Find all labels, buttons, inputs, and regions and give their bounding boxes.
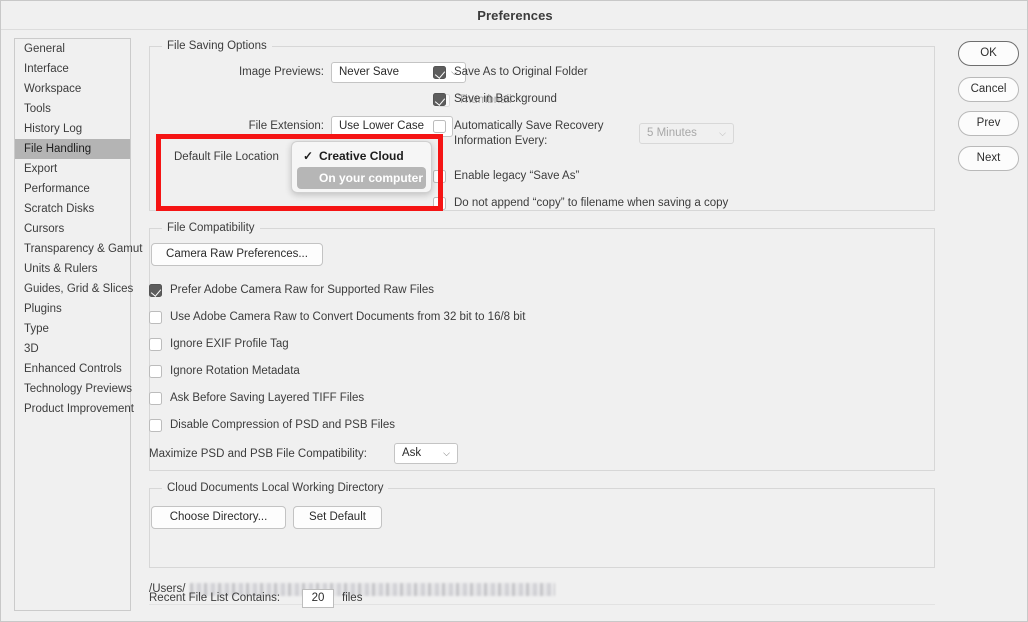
do-not-append-copy-checkbox[interactable] — [433, 197, 446, 210]
sidebar-item-units-rulers[interactable]: Units & Rulers — [15, 259, 130, 279]
auto-save-interval-value: 5 Minutes — [647, 127, 697, 139]
chevron-down-icon: ⌵ — [443, 444, 450, 463]
recent-file-list-input[interactable]: 20 — [302, 589, 334, 608]
maximize-compatibility-value: Ask — [402, 447, 421, 459]
dialog-titlebar: Preferences — [1, 1, 1028, 30]
group-legend-cloud-documents: Cloud Documents Local Working Directory — [162, 482, 388, 494]
do-not-append-copy-label: Do not append “copy” to filename when sa… — [454, 196, 728, 211]
menu-item-creative-cloud-label: Creative Cloud — [319, 149, 404, 163]
group-legend-file-compatibility: File Compatibility — [162, 222, 260, 234]
default-file-location-menu[interactable]: ✓ Creative Cloud On your computer — [291, 141, 432, 193]
prefer-camera-raw-checkbox[interactable] — [149, 284, 162, 297]
sidebar-item-tools[interactable]: Tools — [15, 99, 130, 119]
ask-layered-tiff-label: Ask Before Saving Layered TIFF Files — [170, 391, 364, 406]
image-previews-value: Never Save — [339, 66, 399, 78]
ignore-exif-checkbox[interactable] — [149, 338, 162, 351]
preferences-main-pane: File Saving Options Image Previews: Neve… — [141, 38, 946, 611]
sidebar-item-scratch-disks[interactable]: Scratch Disks — [15, 199, 130, 219]
preferences-category-list[interactable]: General Interface Workspace Tools Histor… — [14, 38, 131, 611]
auto-save-recovery-label-line2: Information Every: — [454, 134, 547, 149]
dialog-title: Preferences — [1, 8, 1028, 23]
group-legend-file-saving-options: File Saving Options — [162, 40, 272, 52]
camera-raw-preferences-button[interactable]: Camera Raw Preferences... — [151, 243, 323, 266]
choose-directory-button[interactable]: Choose Directory... — [151, 506, 286, 529]
ask-layered-tiff-checkbox[interactable] — [149, 392, 162, 405]
convert-32bit-checkbox[interactable] — [149, 311, 162, 324]
enable-legacy-save-as-label: Enable legacy “Save As” — [454, 169, 579, 184]
sidebar-item-performance[interactable]: Performance — [15, 179, 130, 199]
sidebar-item-interface[interactable]: Interface — [15, 59, 130, 79]
sidebar-item-general[interactable]: General — [15, 39, 130, 59]
recent-file-list-suffix: files — [342, 592, 362, 604]
menu-item-on-your-computer-label: On your computer — [319, 171, 423, 185]
file-extension-value: Use Lower Case — [339, 120, 424, 132]
image-previews-label: Image Previews: — [189, 66, 324, 78]
file-extension-label: File Extension: — [189, 120, 324, 132]
sidebar-item-workspace[interactable]: Workspace — [15, 79, 130, 99]
ignore-rotation-label: Ignore Rotation Metadata — [170, 364, 300, 379]
chevron-down-icon: ⌵ — [719, 124, 726, 143]
sidebar-item-history-log[interactable]: History Log — [15, 119, 130, 139]
sidebar-item-enhanced-controls[interactable]: Enhanced Controls — [15, 359, 130, 379]
ignore-rotation-checkbox[interactable] — [149, 365, 162, 378]
sidebar-item-cursors[interactable]: Cursors — [15, 219, 130, 239]
prev-button[interactable]: Prev — [958, 111, 1019, 136]
ok-button[interactable]: OK — [958, 41, 1019, 66]
maximize-compatibility-label: Maximize PSD and PSB File Compatibility: — [149, 448, 367, 460]
menu-item-on-your-computer[interactable]: On your computer — [297, 167, 426, 189]
set-default-button[interactable]: Set Default — [293, 506, 382, 529]
save-as-original-folder-checkbox[interactable] — [433, 66, 446, 79]
save-in-background-label: Save in Background — [454, 92, 557, 107]
save-as-original-folder-label: Save As to Original Folder — [454, 65, 588, 80]
disable-compression-label: Disable Compression of PSD and PSB Files — [170, 418, 395, 433]
preferences-dialog: Preferences General Interface Workspace … — [0, 0, 1028, 622]
prefer-camera-raw-label: Prefer Adobe Camera Raw for Supported Ra… — [170, 283, 434, 298]
cancel-button[interactable]: Cancel — [958, 77, 1019, 102]
sidebar-item-product-improvement[interactable]: Product Improvement — [15, 399, 130, 419]
enable-legacy-save-as-checkbox[interactable] — [433, 170, 446, 183]
section-divider — [149, 604, 935, 605]
menu-item-creative-cloud[interactable]: ✓ Creative Cloud — [297, 145, 426, 167]
sidebar-item-transparency-gamut[interactable]: Transparency & Gamut — [15, 239, 130, 259]
check-icon: ✓ — [303, 145, 313, 167]
sidebar-item-file-handling[interactable]: File Handling — [15, 139, 130, 159]
save-in-background-checkbox[interactable] — [433, 93, 446, 106]
recent-file-list-label: Recent File List Contains: — [149, 592, 280, 604]
auto-save-recovery-label-line1: Automatically Save Recovery — [454, 119, 604, 134]
next-button[interactable]: Next — [958, 146, 1019, 171]
sidebar-item-type[interactable]: Type — [15, 319, 130, 339]
sidebar-item-guides-grid-slices[interactable]: Guides, Grid & Slices — [15, 279, 130, 299]
sidebar-item-3d[interactable]: 3D — [15, 339, 130, 359]
sidebar-item-export[interactable]: Export — [15, 159, 130, 179]
default-file-location-label: Default File Location — [174, 151, 279, 163]
sidebar-item-technology-previews[interactable]: Technology Previews — [15, 379, 130, 399]
auto-save-interval-select[interactable]: 5 Minutes ⌵ — [639, 123, 734, 144]
auto-save-recovery-checkbox[interactable] — [433, 120, 446, 133]
disable-compression-checkbox[interactable] — [149, 419, 162, 432]
ignore-exif-label: Ignore EXIF Profile Tag — [170, 337, 289, 352]
maximize-compatibility-select[interactable]: Ask ⌵ — [394, 443, 458, 464]
sidebar-item-plugins[interactable]: Plugins — [15, 299, 130, 319]
convert-32bit-label: Use Adobe Camera Raw to Convert Document… — [170, 310, 525, 325]
